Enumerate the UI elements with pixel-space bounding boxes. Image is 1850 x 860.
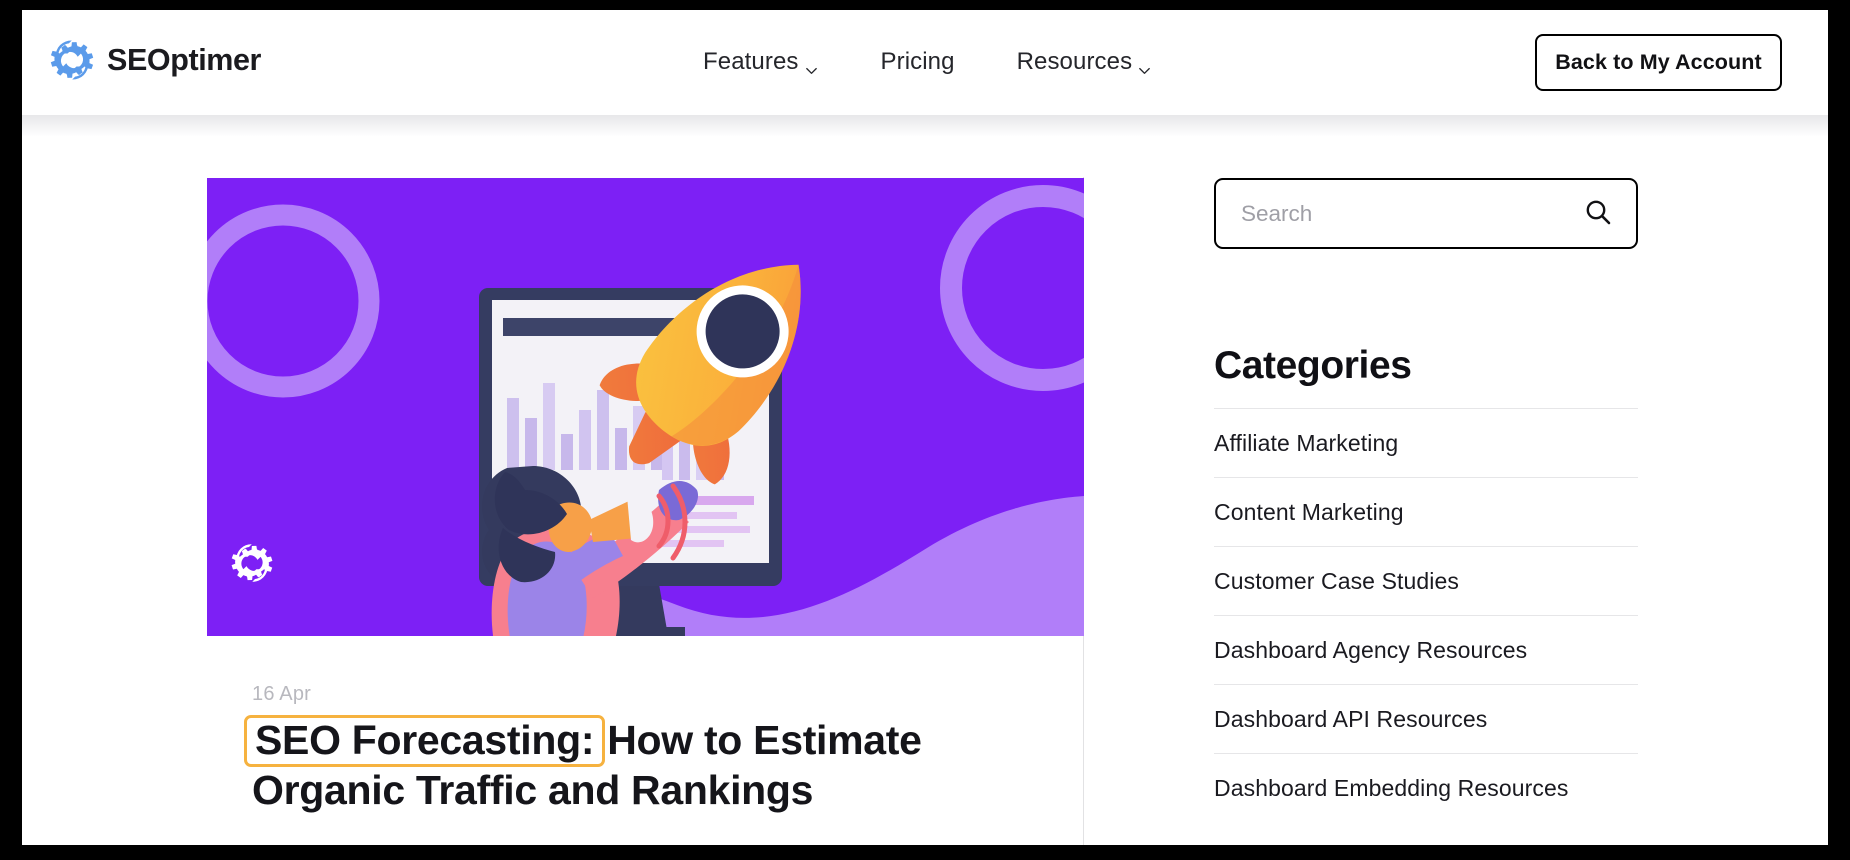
search-input[interactable] <box>1216 180 1583 247</box>
page-root: SEOptimer Features Pricing Resources Bac… <box>22 10 1828 845</box>
header-shadow <box>22 115 1828 137</box>
category-item-dashboard-embedding-resources[interactable]: Dashboard Embedding Resources <box>1214 753 1638 822</box>
search-icon <box>1583 197 1613 230</box>
nav-label-features: Features <box>703 48 799 75</box>
category-list: Affiliate Marketing Content Marketing Cu… <box>1214 408 1638 822</box>
search-submit-button[interactable] <box>1583 180 1636 247</box>
sidebar: Categories Affiliate Marketing Content M… <box>1214 178 1638 822</box>
nav-item-pricing[interactable]: Pricing <box>850 48 986 76</box>
chevron-down-icon <box>804 57 819 74</box>
categories-heading: Categories <box>1214 344 1412 387</box>
nav-label-pricing: Pricing <box>880 48 955 75</box>
article-title[interactable]: SEO Forecasting: How to Estimate Organic … <box>244 715 1039 813</box>
category-item-dashboard-agency-resources[interactable]: Dashboard Agency Resources <box>1214 615 1638 684</box>
back-to-my-account-button[interactable]: Back to My Account <box>1535 34 1782 91</box>
category-item-affiliate-marketing[interactable]: Affiliate Marketing <box>1214 408 1638 477</box>
article-card[interactable]: 16 Apr SEO Forecasting: How to Estimate O… <box>207 178 1084 813</box>
category-item-content-marketing[interactable]: Content Marketing <box>1214 477 1638 546</box>
chevron-down-icon <box>1137 57 1152 74</box>
nav-item-features[interactable]: Features <box>672 48 850 76</box>
site-header: SEOptimer Features Pricing Resources Bac… <box>22 10 1828 115</box>
article-hero-image[interactable] <box>207 178 1084 636</box>
category-item-dashboard-api-resources[interactable]: Dashboard API Resources <box>1214 684 1638 753</box>
main-content: 16 Apr SEO Forecasting: How to Estimate O… <box>22 115 1828 845</box>
main-navigation: Features Pricing Resources <box>672 48 1183 76</box>
article-date: 16 Apr <box>252 683 312 705</box>
brand-logo-link[interactable]: SEOptimer <box>46 34 261 86</box>
search-box[interactable] <box>1214 178 1638 249</box>
article-title-highlight: SEO Forecasting: <box>244 715 606 767</box>
category-item-customer-case-studies[interactable]: Customer Case Studies <box>1214 546 1638 615</box>
article-body: 16 Apr SEO Forecasting: How to Estimate O… <box>207 636 1084 813</box>
browser-frame: SEOptimer Features Pricing Resources Bac… <box>0 0 1850 860</box>
seoptimer-gears-icon <box>46 34 98 86</box>
nav-item-resources[interactable]: Resources <box>986 48 1184 76</box>
nav-label-resources: Resources <box>1016 48 1133 75</box>
brand-name: SEOptimer <box>107 42 262 77</box>
